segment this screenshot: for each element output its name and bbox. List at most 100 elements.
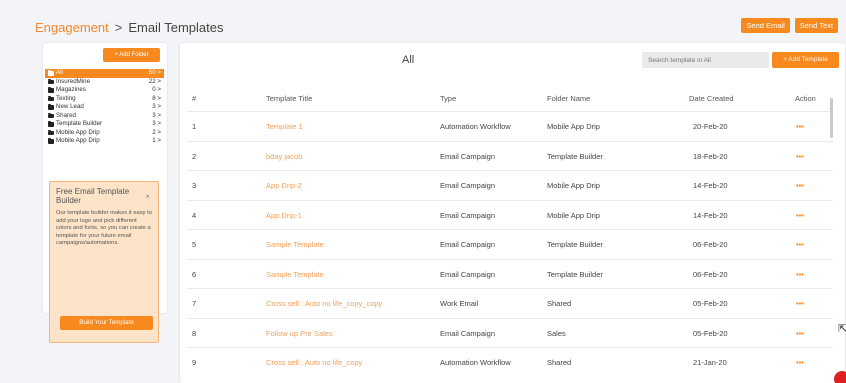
mouse-cursor-icon: ⇱ <box>838 323 846 335</box>
column-header-action: Action <box>795 94 816 103</box>
folder-count: 1 > <box>152 137 161 144</box>
more-options-icon[interactable]: ••• <box>796 358 804 367</box>
template-title-link[interactable]: Sample Template <box>266 270 324 279</box>
folder-list: All 50 > InsuredMine 22 > Magazines 0 > … <box>45 69 164 146</box>
table-row: 6 Sample Template Email Campaign Templat… <box>187 258 833 289</box>
row-number: 4 <box>192 210 197 220</box>
template-date: 14-Feb-20 <box>693 210 728 220</box>
folder-item-shared[interactable]: Shared 3 > <box>45 112 164 121</box>
promo-text: Our template builder makes it easy to ad… <box>56 210 153 247</box>
folder-count: 3 > <box>152 103 161 110</box>
template-title-link[interactable]: Cross sell : Auto no life_copy <box>266 358 362 367</box>
template-folder: Mobile App Drip <box>547 122 600 131</box>
more-options-icon[interactable]: ••• <box>796 270 804 279</box>
template-type: Email Campaign <box>440 240 496 249</box>
template-title-link[interactable]: Cross sell : Auto no life_copy_copy <box>266 299 382 308</box>
more-options-icon[interactable]: ••• <box>796 329 804 338</box>
column-header-folder[interactable]: Folder Name <box>547 94 590 103</box>
template-type: Automation Workflow <box>440 122 511 131</box>
template-type: Work Email <box>440 299 479 308</box>
folder-item-texting[interactable]: Texting 8 > <box>45 95 164 104</box>
more-options-icon[interactable]: ••• <box>796 122 804 131</box>
row-number: 3 <box>192 181 197 190</box>
table-row: 5 Sample Template Email Campaign Templat… <box>187 229 833 259</box>
send-text-button[interactable]: Send Text <box>794 18 838 33</box>
template-date: 21-Jan-20 <box>693 358 727 367</box>
column-header-number: # <box>192 94 197 103</box>
more-options-icon[interactable]: ••• <box>796 211 804 220</box>
promo-title: Free Email Template Builder <box>56 187 130 205</box>
more-options-icon[interactable]: ••• <box>796 152 804 161</box>
table-row: 2 bday jacob Email Campaign Template Bui… <box>187 140 833 171</box>
folder-count: 8 > <box>152 94 161 102</box>
add-template-button[interactable]: + Add Template <box>772 52 839 68</box>
folder-sidebar: + Add Folder All 50 > InsuredMine 22 > M… <box>43 43 167 343</box>
more-options-icon[interactable]: ••• <box>796 240 804 249</box>
folder-count: 22 > <box>148 77 161 85</box>
folder-name: Texting <box>56 94 76 102</box>
template-folder: Mobile App Drip <box>547 181 600 190</box>
top-actions: Send Email Send Text <box>741 18 838 33</box>
breadcrumb-engagement-link[interactable]: Engagement <box>35 20 109 35</box>
close-icon[interactable]: × <box>145 192 150 201</box>
folder-name: Template Builder <box>56 120 103 127</box>
folder-name: All <box>56 69 63 76</box>
more-options-icon[interactable]: ••• <box>796 299 804 308</box>
folder-item-insuredmine[interactable]: InsuredMine 22 > <box>45 78 164 87</box>
folder-item-new-lead[interactable]: New Lead 3 > <box>45 103 164 112</box>
folder-item-template-builder[interactable]: Template Builder 3 > <box>45 120 164 129</box>
send-email-button[interactable]: Send Email <box>741 18 790 33</box>
row-number: 5 <box>192 240 197 249</box>
folder-name: Magazines <box>56 86 86 93</box>
folder-icon <box>48 87 54 93</box>
folder-icon <box>48 121 54 127</box>
folder-name: Mobile App Drip <box>56 137 100 144</box>
folder-icon <box>48 138 54 144</box>
template-title-link[interactable]: Sample Template <box>266 240 324 249</box>
breadcrumb: Engagement > Email Templates <box>35 20 223 35</box>
search-input[interactable] <box>642 52 769 68</box>
notification-badge[interactable] <box>834 371 846 383</box>
template-folder: Mobile App Drip <box>547 210 600 220</box>
table-scrollbar[interactable] <box>830 98 833 138</box>
folder-item-all[interactable]: All 50 > <box>45 69 164 78</box>
template-type: Email Campaign <box>440 328 496 338</box>
more-options-icon[interactable]: ••• <box>796 181 804 190</box>
top-bar: Engagement > Email Templates Send Email Se… <box>0 0 846 44</box>
folder-count: 0 > <box>152 86 161 93</box>
column-header-title[interactable]: Template Title <box>266 94 312 103</box>
template-type: Email Campaign <box>440 269 496 279</box>
template-date: 05-Feb-20 <box>693 299 728 308</box>
template-title-link[interactable]: bday jacob <box>266 152 302 161</box>
add-folder-button[interactable]: + Add Folder <box>103 48 160 62</box>
template-folder: Shared <box>547 358 572 367</box>
build-template-button[interactable]: Build Your Template <box>60 316 153 330</box>
table-row: 9 Cross sell : Auto no life_copy Automat… <box>187 347 833 377</box>
panel-title: All <box>402 54 415 66</box>
template-date: 18-Feb-20 <box>693 151 728 161</box>
folder-item-mobile-app-drip-2[interactable]: Mobile App Drip 1 > <box>45 137 164 146</box>
template-date: 06-Feb-20 <box>693 240 728 249</box>
template-folder: Shared <box>547 299 572 308</box>
template-title-link[interactable]: App Drip-2 <box>266 181 302 190</box>
table-row: 7 Cross sell : Auto no life_copy_copy Wo… <box>187 288 833 318</box>
template-title-link[interactable]: Template 1 <box>266 122 303 131</box>
templates-panel: All + Add Template # Template Title Type… <box>180 43 845 383</box>
template-title-link[interactable]: Follow up Pre Sales <box>266 329 333 338</box>
folder-icon <box>48 70 54 76</box>
row-number: 2 <box>192 151 197 161</box>
template-folder: Template Builder <box>547 151 603 161</box>
folder-icon <box>48 95 54 101</box>
folder-count: 3 > <box>152 111 161 119</box>
row-number: 1 <box>192 122 197 131</box>
template-folder: Template Builder <box>547 269 603 279</box>
column-header-date[interactable]: Date Created <box>689 94 734 103</box>
template-title-link[interactable]: App Drip-1 <box>266 211 302 220</box>
folder-name: InsuredMine <box>56 77 91 85</box>
column-header-type[interactable]: Type <box>440 94 456 103</box>
folder-item-mobile-app-drip[interactable]: Mobile App Drip 2 > <box>45 129 164 138</box>
folder-item-magazines[interactable]: Magazines 0 > <box>45 86 164 95</box>
folder-icon <box>48 129 54 135</box>
template-type: Email Campaign <box>440 181 496 190</box>
template-type: Email Campaign <box>440 210 496 220</box>
